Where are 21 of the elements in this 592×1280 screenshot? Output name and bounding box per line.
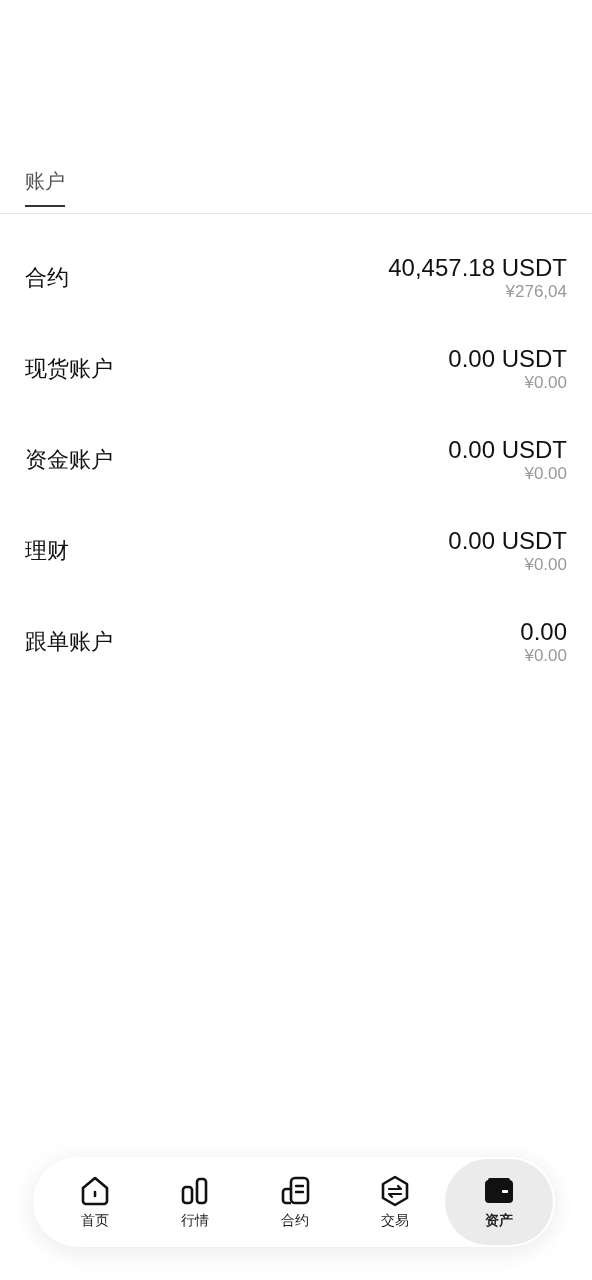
cny-value: ¥0.00 [524, 463, 567, 484]
account-balance: 0.00 USDT [448, 435, 567, 464]
nav-tab[interactable]: 首页 [45, 1159, 146, 1245]
nav-tab[interactable]: 交易 [345, 1159, 446, 1245]
account-name: 合约 [25, 263, 69, 292]
account-name: 理财 [25, 536, 69, 565]
account-name: 资金账户 [25, 445, 113, 474]
account-name: 跟单账户 [25, 627, 113, 656]
account-name: 现货账户 [25, 354, 113, 383]
cny-value: ¥0.00 [524, 554, 567, 575]
nav-tab[interactable]: 资产 [445, 1159, 553, 1245]
cny-value: ¥0.00 [524, 645, 567, 666]
nav-tab[interactable]: 合约 [245, 1159, 346, 1245]
account-balance: 0.00 [520, 617, 567, 646]
cny-value: ¥0.00 [524, 372, 567, 393]
account-balance: 40,457.18 USDT [388, 253, 567, 282]
cny-value: ¥276,04 [505, 281, 567, 302]
account-tab[interactable]: 账户 [25, 160, 65, 207]
nav-tab[interactable]: 行情 [145, 1159, 246, 1245]
account-balance: 0.00 USDT [448, 344, 567, 373]
account-balance: 0.00 USDT [448, 526, 567, 555]
